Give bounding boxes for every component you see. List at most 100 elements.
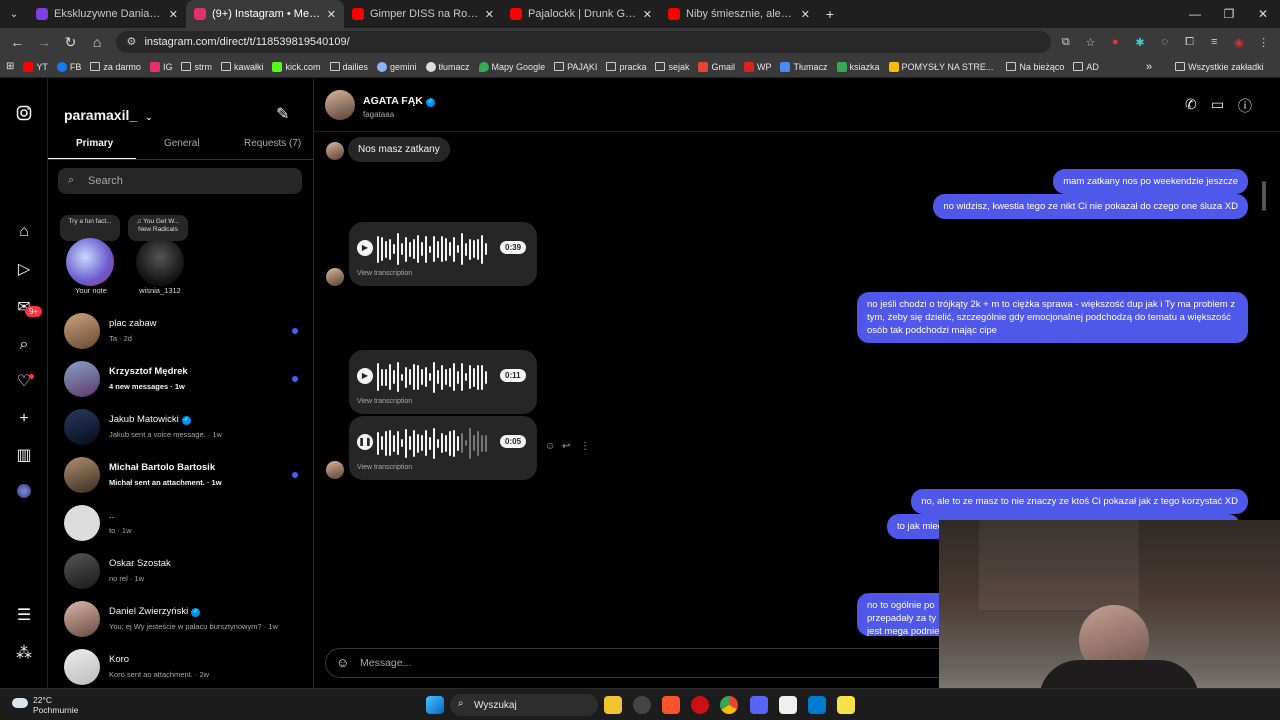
browser-tab[interactable]: Pajalockk | Drunk Gotowanie z Ania ✕: [502, 0, 660, 28]
bookmark-item[interactable]: strm: [181, 62, 212, 72]
new-message-icon[interactable]: ✎: [276, 104, 289, 124]
conversation-item[interactable]: Jakub Matowicki ✓ Jakub sent a voice mess…: [48, 405, 314, 453]
reload-icon[interactable]: ↻: [59, 30, 82, 54]
play-icon[interactable]: ▶: [357, 240, 373, 256]
reels-icon[interactable]: ▷: [14, 260, 34, 280]
bookmark-item[interactable]: Mapy Google: [478, 61, 545, 72]
brave-icon[interactable]: [662, 696, 680, 714]
bookmark-item[interactable]: ksiazka: [836, 61, 880, 72]
new-tab-button[interactable]: +: [818, 6, 842, 22]
view-transcription-link[interactable]: View transcription: [357, 398, 412, 405]
bookmark-item[interactable]: tłumacz: [425, 61, 470, 72]
bookmark-item[interactable]: IG: [149, 61, 172, 72]
conversation-item[interactable]: Daniel Zwierzyński ✓ You: ej Wy jesteście…: [48, 597, 314, 645]
bookmark-item[interactable]: YT: [23, 61, 48, 72]
close-tab-icon[interactable]: ✕: [643, 8, 652, 21]
record-extension-icon[interactable]: ●: [1105, 31, 1126, 53]
conversation-item[interactable]: Krzysztof Mędrek 4 new messages · 1w: [48, 357, 314, 405]
more-apps-icon[interactable]: ⁂: [14, 644, 34, 664]
close-tab-icon[interactable]: ✕: [169, 8, 178, 21]
more-options-icon[interactable]: ⋮: [580, 441, 590, 452]
taskbar-search[interactable]: ⌕ Wyszukaj: [450, 694, 598, 716]
note-avatar[interactable]: [136, 238, 184, 286]
conversation-item[interactable]: Koro Koro sent an attachment. · 2w: [48, 645, 314, 693]
conversation-item[interactable]: plac zabaw Ta · 2d: [48, 309, 314, 357]
minimize-icon[interactable]: —: [1178, 0, 1212, 28]
extension-icon[interactable]: ◌: [1154, 31, 1175, 53]
extensions-puzzle-icon[interactable]: ⧠: [1179, 31, 1200, 53]
bookmark-item[interactable]: pracka: [606, 62, 646, 72]
chat-name[interactable]: AGATA FĄK ✓: [363, 95, 435, 107]
view-transcription-link[interactable]: View transcription: [357, 464, 412, 471]
bookmark-item[interactable]: AD: [1073, 62, 1099, 72]
browser-tab-active[interactable]: (9+) Instagram • Messages ✕: [186, 0, 344, 28]
outgoing-message[interactable]: mam zatkany nos po weekendzie jeszcze: [1053, 169, 1248, 194]
close-tab-icon[interactable]: ✕: [327, 8, 336, 21]
sticky-notes-icon[interactable]: [837, 696, 855, 714]
profile-avatar-icon[interactable]: [14, 484, 34, 504]
search-icon[interactable]: ⌕: [14, 335, 34, 355]
extension-icon[interactable]: ✱: [1130, 31, 1151, 53]
bookmark-item[interactable]: Tłumacz: [780, 61, 828, 72]
windows-start-icon[interactable]: [426, 696, 444, 714]
site-info-icon[interactable]: ⚙: [126, 35, 136, 48]
tab-general[interactable]: General: [164, 138, 200, 149]
capcut-icon[interactable]: [779, 696, 797, 714]
vscode-icon[interactable]: [808, 696, 826, 714]
emoji-icon[interactable]: ☺: [336, 655, 349, 670]
bookmark-item[interactable]: Gmail: [698, 61, 735, 72]
outgoing-message[interactable]: no, ale to ze masz to nie znaczy ze ktoś…: [911, 489, 1248, 514]
instagram-logo-icon[interactable]: [14, 105, 34, 125]
create-plus-icon[interactable]: +: [14, 409, 34, 429]
bookmark-item[interactable]: za darmo: [90, 62, 141, 72]
browser-tab[interactable]: Niby śmiesznie, ale i tak wkurza ✕: [660, 0, 818, 28]
reading-list-icon[interactable]: ≡: [1204, 31, 1225, 53]
react-emoji-icon[interactable]: ☺: [545, 441, 555, 452]
tab-primary[interactable]: Primary: [76, 138, 113, 149]
apps-grid-icon[interactable]: ⊞: [6, 61, 14, 72]
outgoing-message[interactable]: no jeśli chodzi o trójkąty 2k + m to cię…: [857, 292, 1248, 343]
tab-requests[interactable]: Requests (7): [244, 138, 301, 149]
bookmark-item[interactable]: FB: [56, 61, 81, 72]
forward-icon[interactable]: →: [33, 30, 56, 54]
account-switcher[interactable]: paramaxil_ ⌄: [64, 107, 153, 123]
all-bookmarks-item[interactable]: Wszystkie zakładki: [1175, 62, 1264, 72]
more-bookmarks-icon[interactable]: »: [1146, 61, 1152, 73]
back-icon[interactable]: ←: [6, 30, 29, 54]
close-window-icon[interactable]: ✕: [1246, 0, 1280, 28]
home-icon[interactable]: ⌂: [86, 30, 109, 54]
incoming-message[interactable]: Nos masz zatkany: [348, 137, 450, 162]
voice-message-playing[interactable]: ❚❚ 0:05 View transcription: [349, 416, 537, 480]
bookmark-star-icon[interactable]: ☆: [1080, 31, 1101, 53]
file-explorer-icon[interactable]: [604, 696, 622, 714]
phone-call-icon[interactable]: ✆: [1185, 96, 1197, 113]
close-tab-icon[interactable]: ✕: [485, 8, 494, 21]
bookmark-item[interactable]: WP: [743, 61, 771, 72]
reply-icon[interactable]: ↩: [562, 441, 570, 452]
voice-message[interactable]: ▶ 0:39 View transcription: [349, 222, 537, 286]
bookmark-item[interactable]: gemini: [377, 61, 417, 72]
maximize-icon[interactable]: ❐: [1212, 0, 1246, 28]
conversation-item[interactable]: Michał Bartolo Bartosik Michał sent an a…: [48, 453, 314, 501]
profile-avatar-icon[interactable]: ◉: [1229, 31, 1250, 53]
chat-scrollbar[interactable]: [1262, 181, 1266, 211]
outgoing-message[interactable]: no widzisz, kwestia tego ze nikt Ci nie …: [933, 194, 1248, 219]
browser-tab[interactable]: Ekskluzywne Dania dla Koneserów ✕: [28, 0, 186, 28]
chat-avatar[interactable]: [325, 90, 355, 120]
info-icon[interactable]: ⓘ: [1238, 96, 1252, 116]
voice-message[interactable]: ▶ 0:11 View transcription: [349, 350, 537, 414]
bookmark-item[interactable]: dailies: [329, 62, 368, 72]
video-call-icon[interactable]: ▭: [1211, 96, 1224, 113]
home-icon[interactable]: ⌂: [14, 222, 34, 242]
pause-icon[interactable]: ❚❚: [357, 434, 373, 450]
install-app-icon[interactable]: ⧉: [1055, 31, 1076, 53]
your-note-avatar[interactable]: [66, 238, 114, 286]
hamburger-menu-icon[interactable]: ☰: [14, 606, 34, 626]
play-icon[interactable]: ▶: [357, 368, 373, 384]
tab-search-chevron-icon[interactable]: ⌄: [0, 9, 28, 20]
search-input[interactable]: ⌕ Search: [58, 168, 302, 194]
bookmark-item[interactable]: Na bieżąco: [1006, 62, 1064, 72]
bookmark-item[interactable]: sejak: [655, 62, 689, 72]
close-tab-icon[interactable]: ✕: [801, 8, 810, 21]
conversation-item[interactable]: .. to · 1w: [48, 501, 314, 549]
